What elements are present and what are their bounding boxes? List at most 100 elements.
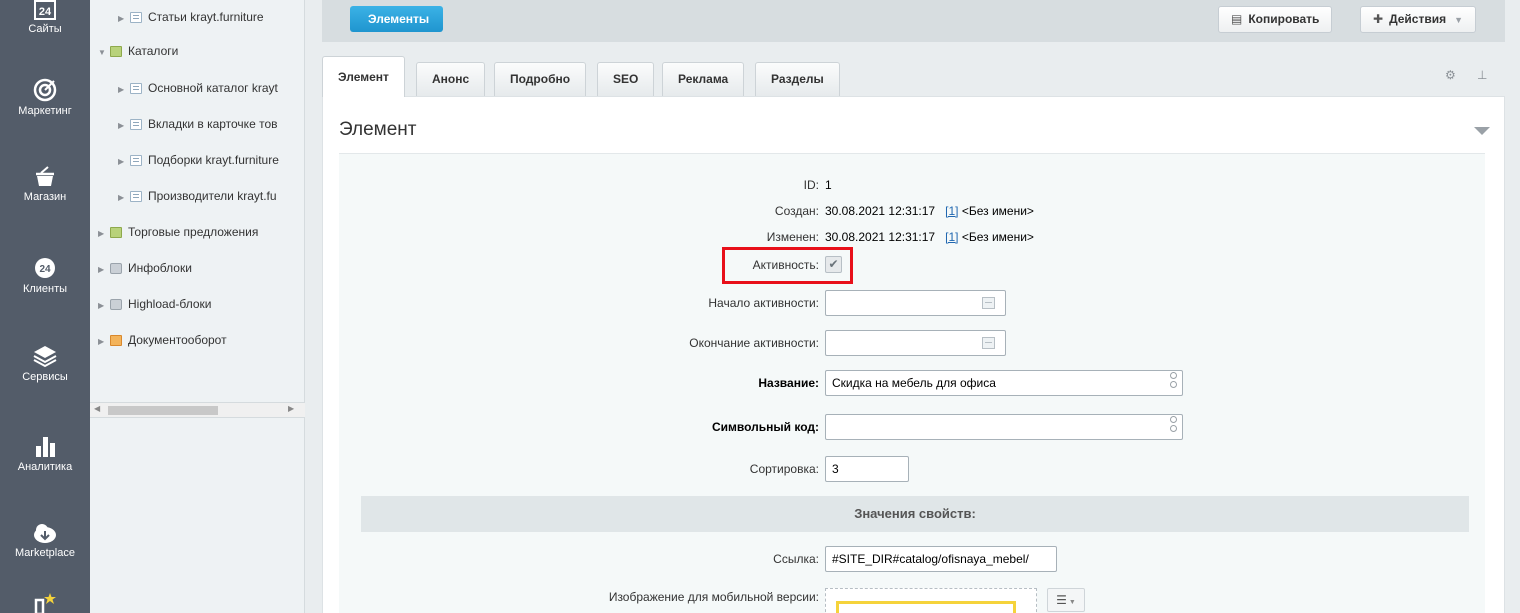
image-upload-dropzone[interactable]	[825, 588, 1037, 613]
copy-button[interactable]: ▤ Копировать	[1218, 6, 1333, 33]
settings-gear-icon[interactable]: ⚙	[1445, 68, 1456, 82]
tree-item-offers[interactable]: ▶ Торговые предложения	[98, 223, 258, 241]
gear-folder-icon	[110, 299, 122, 310]
left-menu: 24 Сайты Маркетинг Магазин 24 Клиенты Се…	[0, 0, 90, 613]
expand-arrow-icon[interactable]: ▶	[98, 225, 110, 243]
row-active-from: Начало активности:	[339, 290, 1485, 316]
nav-more[interactable]	[0, 592, 90, 613]
folder-green-icon	[110, 46, 122, 57]
expand-arrow-icon[interactable]: ▶	[98, 261, 110, 279]
nav-clients[interactable]: 24 Клиенты	[0, 256, 90, 295]
chevron-down-icon: ▼	[1066, 599, 1076, 606]
actions-button[interactable]: ✚ Действия ▼	[1360, 6, 1477, 33]
image-menu-button[interactable]: ☰ ▼	[1047, 588, 1085, 612]
tab-ads[interactable]: Реклама	[662, 62, 745, 96]
tab-announce[interactable]: Анонс	[416, 62, 486, 96]
calendar-icon[interactable]	[982, 337, 995, 349]
tree-item-main-catalog[interactable]: ▶ Основной каталог krayt	[118, 79, 278, 97]
expand-arrow-icon[interactable]: ▶	[98, 333, 110, 351]
panel-title: Элемент	[339, 119, 417, 140]
element-panel: Элемент ID: 1 Создан: 30.08.2021 12:31:1…	[322, 96, 1505, 613]
collapse-caret-icon[interactable]	[1474, 127, 1490, 135]
nav-services[interactable]: Сервисы	[0, 344, 90, 383]
expand-arrow-icon[interactable]: ▶	[118, 10, 130, 28]
created-user-link[interactable]: [1]	[945, 204, 958, 218]
page-icon	[130, 191, 142, 202]
svg-text:24: 24	[39, 264, 51, 275]
star-folder-icon	[34, 593, 56, 613]
tree-horizontal-scrollbar[interactable]: ◀ ▶	[90, 402, 305, 418]
row-modified: Изменен: 30.08.2021 12:31:17 [1] <Без им…	[339, 224, 1485, 250]
plus-icon: ✚	[1373, 12, 1384, 26]
expand-arrow-icon[interactable]: ▶	[118, 81, 130, 99]
modified-value: 30.08.2021 12:31:17 [1] <Без имени>	[825, 230, 1034, 244]
scrollbar-thumb[interactable]	[108, 406, 218, 415]
modified-user-link[interactable]: [1]	[945, 230, 958, 244]
row-code: Символьный код:	[339, 414, 1485, 440]
expand-arrow-icon[interactable]: ▶	[118, 153, 130, 171]
expand-arrow-icon[interactable]: ▶	[118, 117, 130, 135]
active-from-label: Начало активности:	[708, 296, 819, 310]
sort-label: Сортировка:	[749, 462, 819, 476]
clients-24-icon: 24	[35, 258, 55, 278]
active-from-input[interactable]	[825, 290, 1006, 316]
tree-item-docflow[interactable]: ▶ Документооборот	[98, 331, 227, 349]
tree-item-manufacturers[interactable]: ▶ Производители krayt.fu	[118, 187, 277, 205]
row-name: Название: Скидка на мебель для офиса	[339, 370, 1485, 396]
document-icon	[110, 335, 122, 346]
basket-icon	[36, 166, 54, 186]
nav-shop[interactable]: Магазин	[0, 166, 90, 203]
id-value: 1	[825, 178, 832, 192]
link-input[interactable]: #SITE_DIR#catalog/ofisnaya_mebel/	[825, 546, 1057, 572]
folder-green-icon	[110, 227, 122, 238]
properties-header: Значения свойств:	[361, 496, 1469, 532]
tab-seo[interactable]: SEO	[597, 62, 655, 96]
breadcrumb-elements[interactable]: Элементы	[350, 6, 444, 32]
code-input[interactable]	[825, 414, 1183, 440]
tab-details[interactable]: Подробно	[494, 62, 587, 96]
nav-sites[interactable]: 24 Сайты	[0, 0, 90, 35]
image-preview-frame	[836, 601, 1016, 613]
page-icon	[130, 155, 142, 166]
created-value: 30.08.2021 12:31:17 [1] <Без имени>	[825, 204, 1034, 218]
calendar-icon[interactable]	[982, 297, 995, 309]
tree-item-product-tabs[interactable]: ▶ Вкладки в карточке тов	[118, 115, 278, 133]
row-sort: Сортировка: 3	[339, 456, 1485, 482]
highlight-frame	[722, 247, 853, 284]
expand-arrow-icon[interactable]: ▶	[98, 297, 110, 315]
row-id: ID: 1	[339, 172, 1485, 198]
cloud-download-icon	[34, 524, 56, 543]
pin-icon[interactable]: ⊥	[1477, 68, 1487, 82]
nav-marketing[interactable]: Маркетинг	[0, 78, 90, 117]
link-icon[interactable]	[1169, 414, 1179, 440]
nav-marketplace[interactable]: Marketplace	[0, 522, 90, 559]
scroll-right-icon[interactable]: ▶	[288, 404, 294, 413]
nav-analytics[interactable]: Аналитика	[0, 434, 90, 473]
tree-item-highload[interactable]: ▶ Highload-блоки	[98, 295, 211, 313]
tab-sections[interactable]: Разделы	[755, 62, 840, 96]
svg-text:24: 24	[39, 6, 52, 18]
active-to-input[interactable]	[825, 330, 1006, 356]
bar-chart-icon	[36, 437, 55, 457]
name-input[interactable]: Скидка на мебель для офиса	[825, 370, 1183, 396]
collapse-arrow-icon[interactable]: ▼	[98, 44, 110, 62]
sort-input[interactable]: 3	[825, 456, 909, 482]
name-label: Название:	[758, 376, 819, 390]
tab-element[interactable]: Элемент	[322, 56, 405, 97]
row-created: Создан: 30.08.2021 12:31:17 [1] <Без име…	[339, 198, 1485, 224]
scroll-left-icon[interactable]: ◀	[94, 404, 100, 413]
tree-item-articles[interactable]: ▶ Статьи krayt.furniture	[118, 8, 264, 26]
main-area: Элементы ▤ Копировать ✚ Действия ▼ Элемент …	[305, 0, 1520, 613]
expand-arrow-icon[interactable]: ▶	[118, 189, 130, 207]
tree-item-catalogs[interactable]: ▼ Каталоги	[98, 42, 178, 60]
row-active: Активность: ✔	[339, 252, 1485, 278]
page-icon	[130, 83, 142, 94]
calendar-24-icon: 24	[34, 0, 56, 20]
row-link: Ссылка: #SITE_DIR#catalog/ofisnaya_mebel…	[339, 546, 1485, 572]
code-label: Символьный код:	[711, 420, 819, 434]
tree-item-infoblocks[interactable]: ▶ Инфоблоки	[98, 259, 192, 277]
transliterate-icon[interactable]	[1169, 370, 1179, 396]
target-icon	[33, 78, 57, 102]
tree-item-collections[interactable]: ▶ Подборки krayt.furniture	[118, 151, 279, 169]
chevron-down-icon: ▼	[1454, 15, 1464, 25]
